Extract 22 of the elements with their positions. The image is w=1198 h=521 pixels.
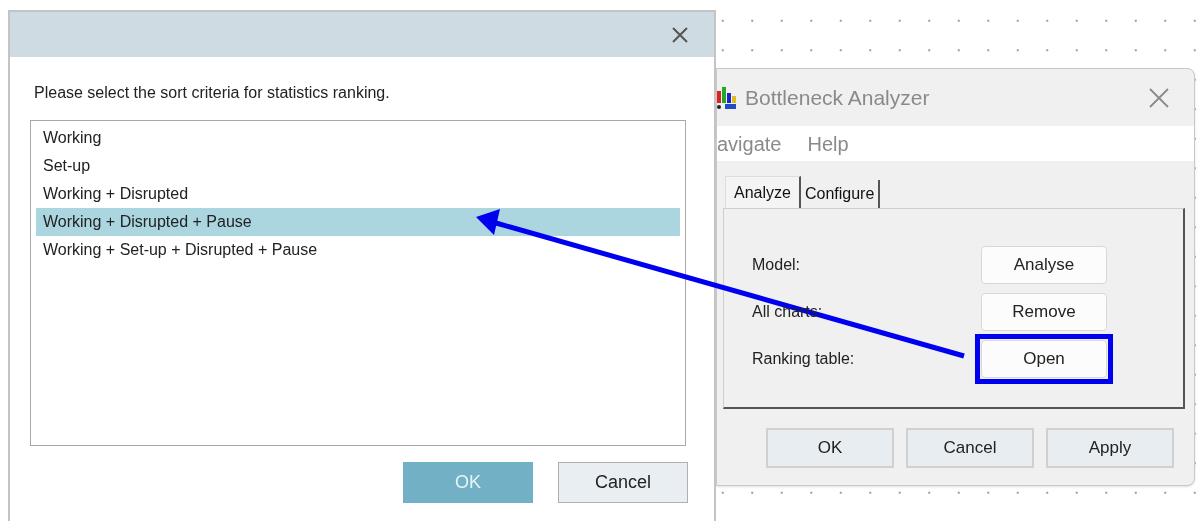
dialog-button[interactable]: OK <box>766 428 894 468</box>
action-button[interactable]: Analyse <box>981 246 1107 284</box>
criteria-listbox[interactable]: Working Set-up Working + Disrupted Working + Disrupted + Pause Working + Set-up + Disrupted + Pause <box>30 120 686 446</box>
field-label: Model: <box>752 255 801 275</box>
close-icon[interactable] <box>1149 87 1169 108</box>
tab[interactable]: Analyze <box>725 176 801 209</box>
instruction-text: Please select the sort criteria for statistics ranking. <box>34 83 391 103</box>
close-icon[interactable] <box>672 26 688 43</box>
list-item[interactable]: Set-up <box>36 152 680 180</box>
dialog-button[interactable]: Cancel <box>906 428 1034 468</box>
window-title: Bottleneck Analyzer <box>745 84 930 111</box>
action-button[interactable]: Open <box>981 340 1107 378</box>
list-item[interactable]: Working + Disrupted + Pause <box>36 208 680 236</box>
action-button[interactable]: Remove <box>981 293 1107 331</box>
tab[interactable]: Configure <box>800 180 881 208</box>
list-item[interactable]: Working <box>36 124 680 152</box>
field-label: Ranking table: <box>752 349 855 369</box>
list-item[interactable]: Working + Set-up + Disrupted + Pause <box>36 236 680 264</box>
bar-chart-icon <box>717 86 737 109</box>
cancel-button[interactable]: Cancel <box>558 462 688 503</box>
list-item[interactable]: Working + Disrupted <box>36 180 680 208</box>
dialog-button[interactable]: Apply <box>1046 428 1174 468</box>
